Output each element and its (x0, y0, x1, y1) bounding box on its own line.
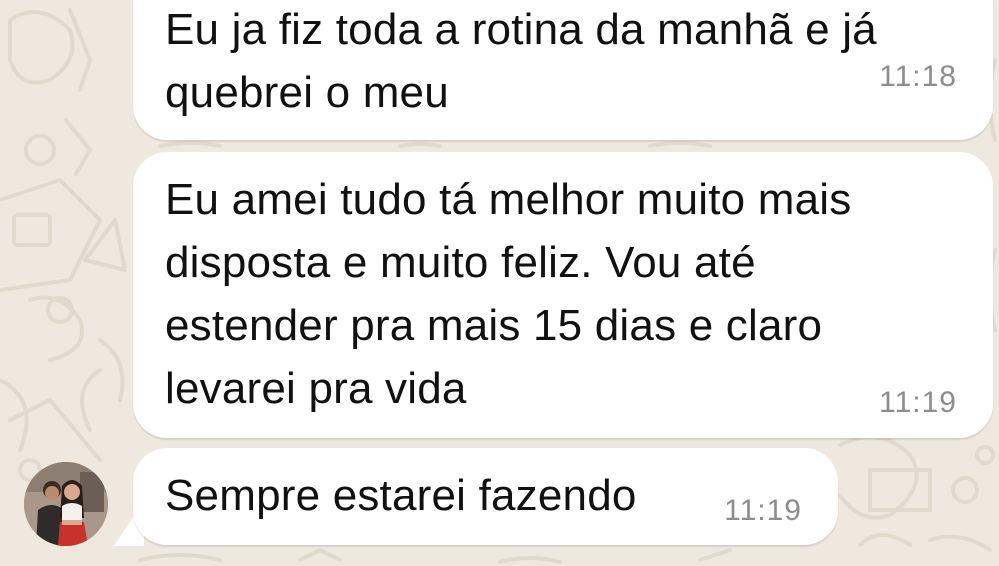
message-text: Eu amei tudo tá melhor muito mais dispos… (165, 168, 851, 420)
message-line: levarei pra vida (165, 364, 467, 413)
message-timestamp: 11:19 (879, 386, 957, 419)
message-line: quebrei o meu (165, 68, 449, 117)
message-timestamp: 11:19 (724, 494, 802, 527)
message-text: Sempre estarei fazendo (165, 464, 637, 527)
message-line: Eu ja fiz toda a rotina da manhã e já (165, 5, 877, 54)
contact-avatar[interactable] (24, 462, 108, 546)
message-bubble[interactable]: Eu ja fiz toda a rotina da manhã e já qu… (133, 0, 993, 140)
message-timestamp: 11:18 (879, 60, 957, 93)
message-line: Eu amei tudo tá melhor muito mais (165, 175, 852, 224)
message-line: Sempre estarei fazendo (165, 471, 637, 520)
message-line: estender pra mais 15 dias e claro (165, 301, 823, 350)
message-bubble[interactable]: Sempre estarei fazendo 11:19 (133, 448, 838, 545)
contact-avatar-photo (24, 462, 108, 546)
message-bubble[interactable]: Eu amei tudo tá melhor muito mais dispos… (133, 152, 993, 438)
message-line: disposta e muito feliz. Vou até (165, 238, 756, 287)
message-text: Eu ja fiz toda a rotina da manhã e já qu… (165, 0, 877, 124)
